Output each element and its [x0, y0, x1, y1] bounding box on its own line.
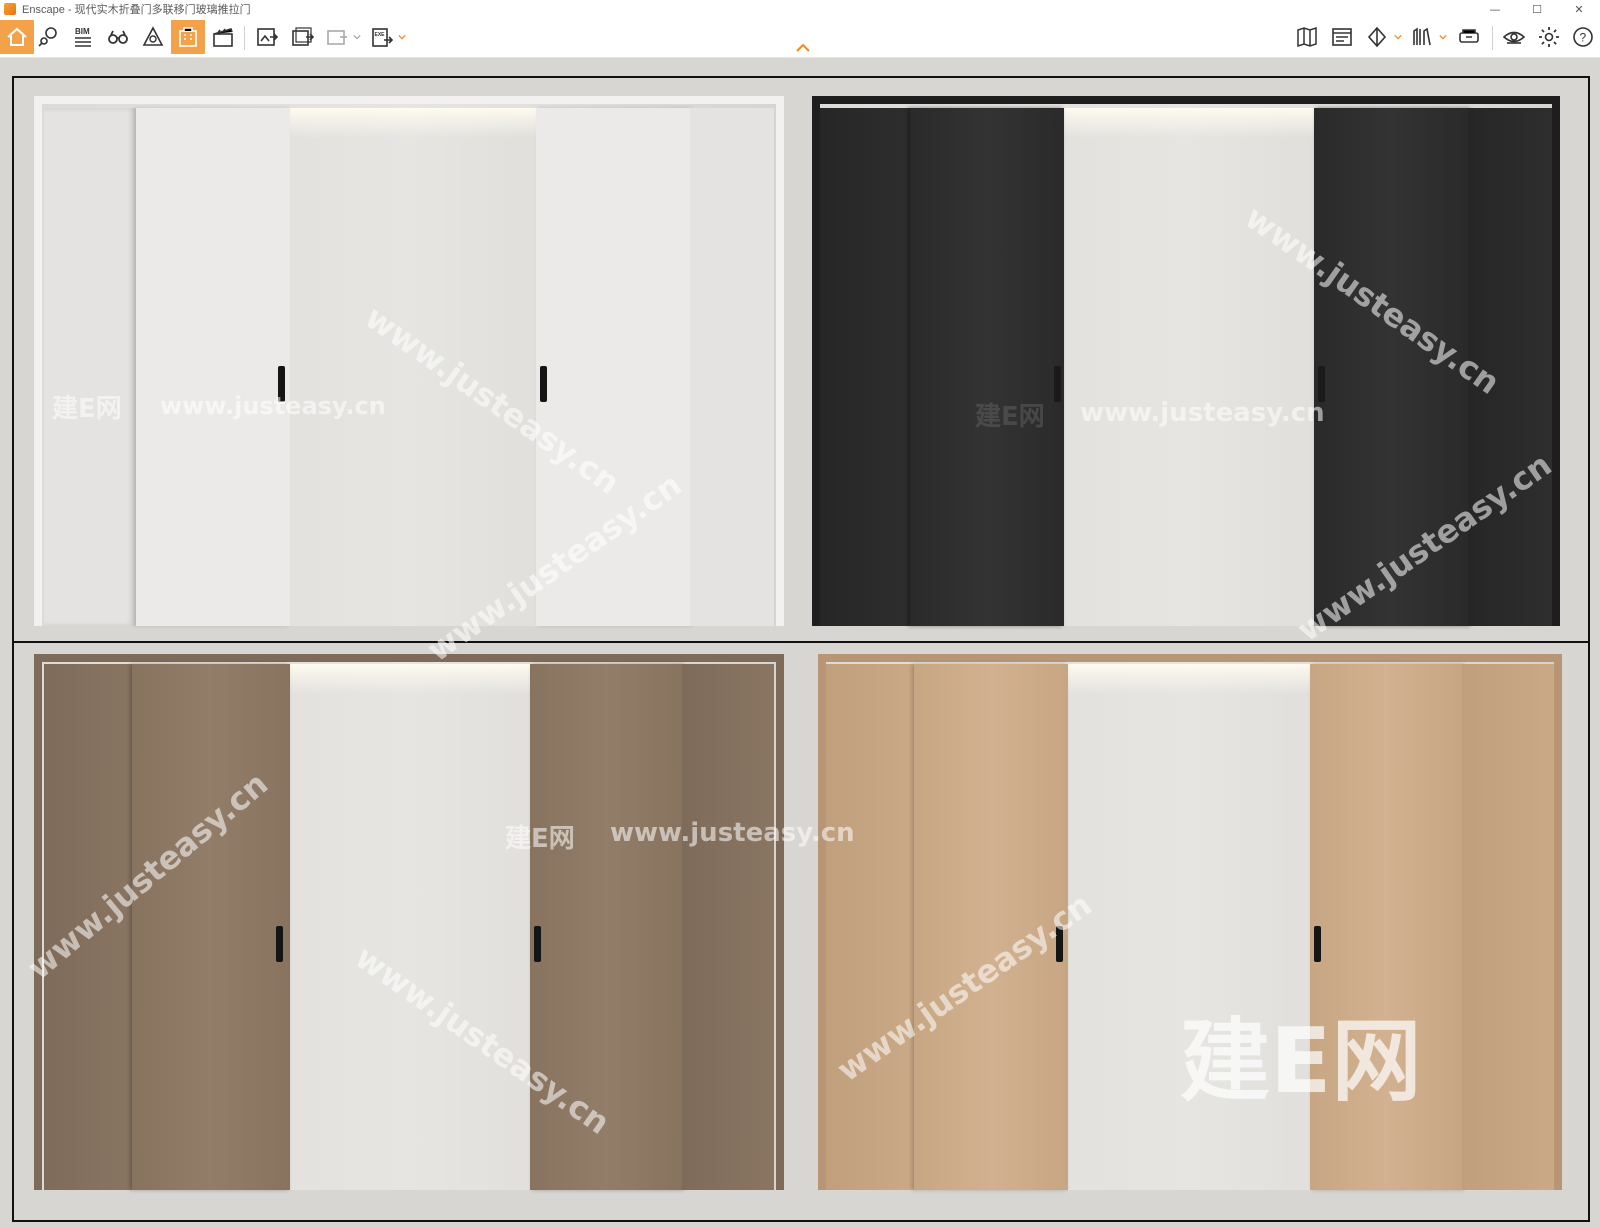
screenshot-button[interactable] [250, 20, 284, 54]
vr-headset-icon [1459, 29, 1479, 43]
toolbar-separator [244, 26, 245, 50]
oak-doors-panel [818, 654, 1562, 1190]
panorama-button[interactable] [320, 20, 354, 54]
minimize-button[interactable]: — [1474, 0, 1516, 18]
render-viewport[interactable]: 建E网 www.justeasy.cn 建E网 www.justeasy.cn … [0, 58, 1600, 1228]
door-leaf [1468, 108, 1552, 626]
binoculars-button[interactable] [101, 20, 135, 54]
title-bar: Enscape - 现代实木折叠门多联移门玻璃推拉门 — ☐ ✕ [0, 0, 1600, 18]
exe-export-icon: EXE [372, 28, 394, 47]
binoculars-icon [108, 30, 128, 44]
svg-text:EXE: EXE [375, 32, 386, 38]
asset-library-icon [142, 26, 164, 46]
door-handle [1054, 366, 1061, 402]
door-leaf [1310, 664, 1462, 1190]
door-leaf [1314, 108, 1468, 626]
video-editor-button[interactable] [206, 20, 240, 54]
door-leaf [44, 108, 136, 626]
door-leaf [1462, 664, 1554, 1190]
image-export-icon [257, 28, 279, 46]
bookshelf-button[interactable] [1405, 20, 1439, 54]
batch-render-button[interactable] [285, 20, 319, 54]
views-button[interactable] [31, 20, 65, 54]
walnut-doors-panel [34, 654, 784, 1190]
settings-button[interactable] [1532, 20, 1566, 54]
home-icon [7, 27, 27, 46]
door-handle [1314, 926, 1321, 962]
door-leaf [44, 664, 132, 1190]
asset-library-button[interactable] [136, 20, 170, 54]
bim-icon: BIM [75, 27, 91, 47]
door-leaf [820, 108, 910, 626]
door-leaf [536, 108, 690, 626]
location-pin-icon [38, 27, 57, 47]
vr-headset-button[interactable] [1452, 20, 1486, 54]
svg-text:?: ? [1580, 31, 1587, 45]
visual-settings-button[interactable] [1497, 20, 1531, 54]
toolbar-separator [1492, 26, 1493, 50]
building-icon [179, 27, 197, 47]
collapse-toolbar-icon[interactable] [794, 42, 812, 54]
door-handle [278, 366, 285, 402]
door-leaf [132, 664, 290, 1190]
exe-export-button[interactable]: EXE [365, 20, 399, 54]
bim-button[interactable]: BIM [66, 20, 100, 54]
door-handle [534, 926, 541, 962]
materials-button[interactable] [171, 20, 205, 54]
eye-icon [1502, 31, 1526, 44]
toolbar: BIM EXE ? [0, 18, 1600, 58]
bookshelf-icon [1413, 27, 1431, 46]
web-standalone-button[interactable] [1325, 20, 1359, 54]
chevron-down-icon[interactable] [1393, 31, 1403, 43]
window-title: Enscape - 现代实木折叠门多联移门玻璃推拉门 [22, 4, 251, 16]
cube-button[interactable] [1360, 20, 1394, 54]
chevron-down-icon[interactable] [397, 31, 407, 43]
door-leaf [682, 664, 774, 1190]
door-leaf [826, 664, 914, 1190]
white-doors-panel [34, 96, 784, 626]
enscape-logo-icon [4, 3, 16, 15]
door-leaf [914, 664, 1068, 1190]
door-handle [1056, 926, 1063, 962]
black-doors-panel [812, 96, 1560, 626]
door-leaf [530, 664, 682, 1190]
door-handle [276, 926, 283, 962]
chevron-down-icon[interactable] [1438, 31, 1448, 43]
door-leaf [910, 108, 1064, 626]
gear-icon [1539, 27, 1559, 47]
door-leaf [136, 108, 290, 626]
map-button[interactable] [1290, 20, 1324, 54]
svg-text:BIM: BIM [75, 27, 90, 36]
batch-render-icon [292, 27, 314, 46]
help-icon: ? [1573, 27, 1593, 47]
panorama-icon [327, 30, 347, 45]
window-controls: — ☐ ✕ [1474, 0, 1600, 18]
chevron-down-icon[interactable] [352, 31, 362, 43]
home-button[interactable] [0, 20, 34, 54]
clapperboard-icon [213, 28, 233, 47]
maximize-button[interactable]: ☐ [1516, 0, 1558, 18]
cube-icon [1367, 26, 1387, 48]
door-handle [540, 366, 547, 402]
door-leaf [690, 108, 774, 626]
close-button[interactable]: ✕ [1558, 0, 1600, 18]
help-button[interactable]: ? [1566, 20, 1600, 54]
scene-divider [14, 641, 1588, 643]
door-handle [1318, 366, 1325, 402]
map-icon [1297, 26, 1317, 48]
web-standalone-icon [1332, 28, 1352, 46]
